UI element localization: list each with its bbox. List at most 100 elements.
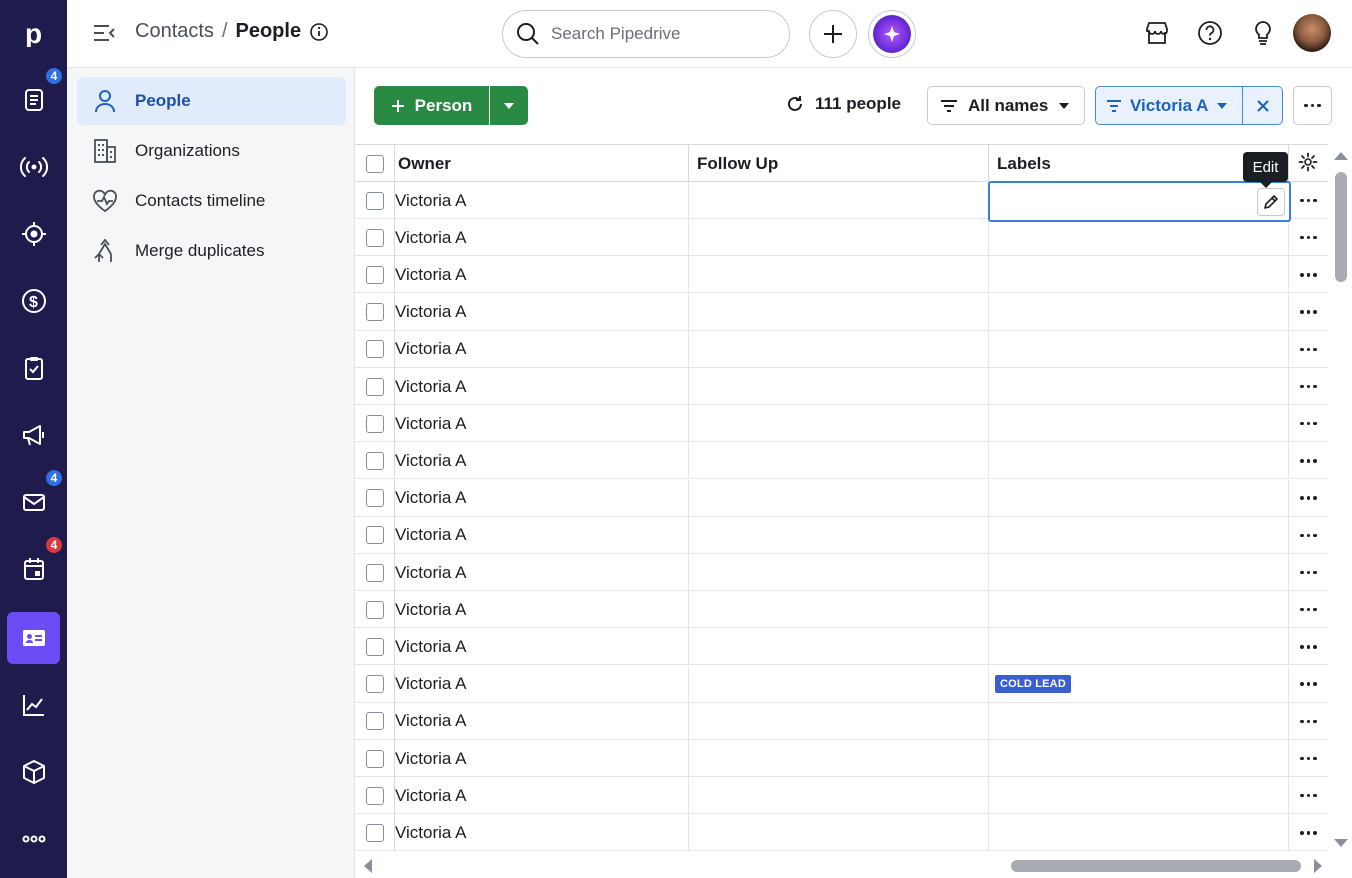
row-checkbox[interactable] [365,712,384,731]
row-more-icon[interactable] [1300,421,1317,426]
row-more-icon[interactable] [1300,682,1317,686]
table-row[interactable]: Victoria A [355,628,1328,666]
search-box[interactable] [502,10,790,58]
owner-cell[interactable]: Victoria A [395,330,689,368]
labels-cell[interactable] [989,628,1289,666]
subnav-item-people[interactable]: People [77,77,346,125]
scroll-right-arrow-icon[interactable] [1311,855,1325,877]
row-more-icon[interactable] [1300,347,1317,352]
table-row[interactable]: Victoria A [355,405,1328,443]
vertical-scroll-thumb[interactable] [1335,172,1347,282]
follow-up-cell[interactable] [689,368,989,405]
row-more-icon[interactable] [1300,273,1317,277]
labels-cell[interactable] [989,293,1289,331]
owner-cell[interactable]: Victoria A [395,777,689,815]
row-checkbox[interactable] [365,675,384,694]
follow-up-cell[interactable] [689,554,989,591]
owner-cell[interactable]: Victoria A [395,516,689,554]
row-checkbox[interactable] [365,303,384,322]
row-more-icon[interactable] [1300,793,1317,798]
row-checkbox[interactable] [365,786,384,805]
rail-broadcast[interactable] [7,141,60,193]
rail-leads[interactable]: 4 [7,66,64,126]
search-input[interactable] [551,24,771,44]
row-checkbox[interactable] [365,489,384,508]
row-more-icon[interactable] [1300,607,1317,612]
column-header-owner[interactable]: Owner [395,145,689,182]
table-row[interactable]: Victoria A [355,479,1328,517]
labels-cell[interactable] [989,368,1289,405]
row-checkbox[interactable] [365,451,384,470]
rail-calendar[interactable]: 4 [7,535,64,595]
labels-cell[interactable] [989,702,1289,740]
row-more-icon[interactable] [1300,310,1317,314]
marketplace-button[interactable] [1142,18,1172,48]
owner-cell[interactable]: Victoria A [395,219,689,257]
rail-deals[interactable]: $ [7,275,60,327]
scroll-up-arrow-icon[interactable] [1330,149,1352,163]
owner-cell[interactable]: Victoria A [395,591,689,629]
row-checkbox[interactable] [365,563,384,582]
labels-cell[interactable] [989,554,1289,591]
row-more-icon[interactable] [1300,719,1317,724]
vertical-scrollbar[interactable] [1330,144,1352,854]
row-more-icon[interactable] [1300,756,1317,761]
owner-cell[interactable]: Victoria A [395,293,689,331]
table-row[interactable]: Victoria A [355,740,1328,777]
follow-up-cell[interactable] [689,516,989,554]
follow-up-cell[interactable] [689,814,989,852]
row-checkbox[interactable] [365,228,384,247]
follow-up-cell[interactable] [689,293,989,331]
owner-cell[interactable]: Victoria A [395,628,689,666]
owner-cell[interactable]: Victoria A [395,814,689,852]
row-checkbox[interactable] [365,414,384,433]
ai-assistant-button[interactable] [868,10,916,58]
follow-up-cell[interactable] [689,479,989,517]
pipedrive-logo[interactable]: p [7,7,60,59]
info-icon[interactable] [309,22,329,42]
add-person-button[interactable]: Person [374,86,489,125]
subnav-item-contacts-timeline[interactable]: Contacts timeline [77,177,346,225]
rail-mail[interactable]: 4 [7,468,64,528]
table-row[interactable]: Victoria A [355,702,1328,740]
row-checkbox[interactable] [365,823,384,842]
owner-cell[interactable]: Victoria A [395,554,689,591]
labels-cell[interactable] [989,777,1289,815]
horizontal-scrollbar[interactable] [355,854,1330,878]
row-checkbox[interactable] [365,191,384,210]
user-avatar[interactable] [1293,14,1331,52]
rail-activities[interactable] [7,342,60,394]
labels-cell[interactable]: COLD LEAD [989,665,1289,703]
row-checkbox[interactable] [365,526,384,545]
row-more-icon[interactable] [1300,198,1317,203]
row-more-icon[interactable] [1300,235,1317,240]
follow-up-cell[interactable] [689,702,989,740]
follow-up-cell[interactable] [689,628,989,666]
owner-filter-button[interactable]: Victoria A [1095,86,1243,125]
tips-button[interactable] [1248,18,1278,48]
labels-cell[interactable] [989,814,1289,852]
owner-cell[interactable]: Victoria A [395,479,689,517]
clear-filter-button[interactable] [1242,86,1283,125]
rail-target[interactable] [7,208,60,260]
labels-cell-editor[interactable] [988,181,1291,222]
row-checkbox[interactable] [365,637,384,656]
edit-button[interactable] [1257,188,1285,216]
breadcrumb-contacts[interactable]: Contacts [135,20,214,43]
labels-cell[interactable] [989,591,1289,629]
labels-cell[interactable] [989,516,1289,554]
owner-cell[interactable]: Victoria A [395,405,689,443]
labels-cell[interactable] [989,219,1289,257]
labels-cell[interactable] [989,330,1289,368]
follow-up-cell[interactable] [689,442,989,480]
table-row[interactable]: Victoria A [355,330,1328,368]
table-row[interactable]: Victoria A [355,256,1328,294]
scroll-left-arrow-icon[interactable] [361,855,375,877]
follow-up-cell[interactable] [689,740,989,777]
row-checkbox[interactable] [365,340,384,359]
owner-cell[interactable]: Victoria A [395,740,689,777]
row-more-icon[interactable] [1300,496,1317,500]
follow-up-cell[interactable] [689,256,989,294]
follow-up-cell[interactable] [689,591,989,629]
table-row[interactable]: Victoria A COLD LEAD [355,665,1328,703]
